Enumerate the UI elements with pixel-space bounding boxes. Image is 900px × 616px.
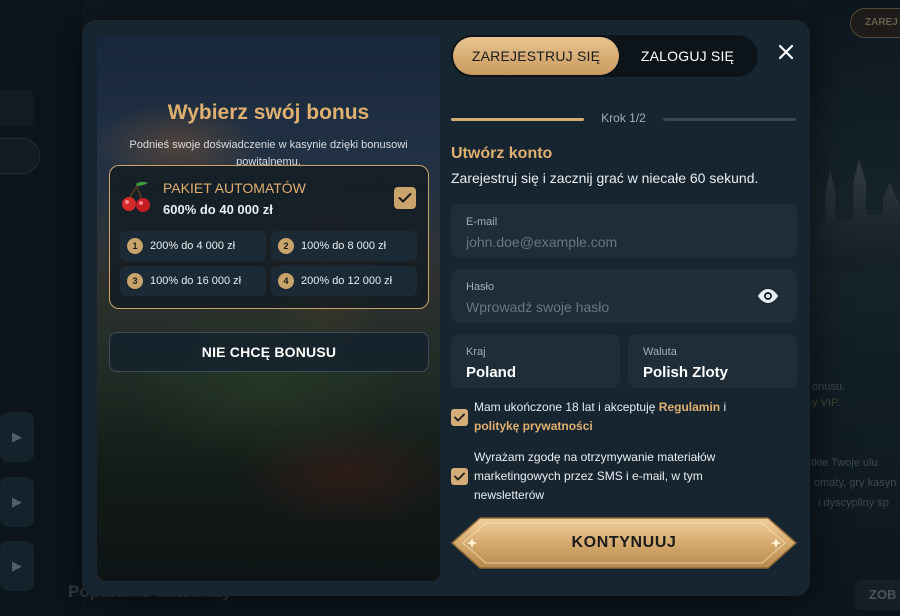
package-name: PAKIET AUTOMATÓW [163, 180, 306, 196]
country-label: Kraj [466, 346, 486, 358]
currency-select[interactable]: Waluta Polish Zloty [628, 334, 797, 388]
email-field[interactable]: E-mail [451, 204, 797, 258]
bonus-title: Wybierz swój bonus [167, 101, 370, 124]
registration-modal: Wybierz swój bonus Podnieś swoje doświad… [82, 20, 810, 596]
checkmark-icon [454, 413, 465, 422]
terms-consent-text: Mam ukończone 18 lat i akceptuję Regulam… [474, 398, 774, 436]
close-button[interactable] [774, 40, 798, 64]
bonus-package-card[interactable]: PAKIET AUTOMATÓW 600% do 40 000 zł 1 200… [109, 165, 429, 309]
terms-link[interactable]: Regulamin [659, 400, 720, 414]
package-selected-checkbox[interactable] [394, 187, 416, 209]
continue-button[interactable]: KONTYNUUJ [450, 516, 798, 570]
package-amount: 600% do 40 000 zł [163, 202, 273, 217]
terms-text-before: Mam ukończone 18 lat i akceptuję [474, 400, 659, 414]
country-select[interactable]: Kraj Poland [451, 334, 620, 388]
password-field[interactable]: Hasło [451, 269, 797, 323]
tab-login[interactable]: ZALOGUJ SIĘ [619, 37, 756, 75]
terms-text-mid: i [720, 400, 727, 414]
checkmark-icon [454, 472, 465, 481]
cherry-icon [122, 181, 150, 212]
tier-number-badge: 4 [278, 273, 294, 289]
marketing-consent-text: Wyrażam zgodę na otrzymywanie materiałów… [474, 450, 716, 502]
step-progress-remaining [663, 118, 796, 121]
tab-register[interactable]: ZAREJESTRUJ SIĘ [453, 37, 619, 75]
bonus-tier: 1 200% do 4 000 zł [120, 231, 266, 261]
auth-tabs: ZAREJESTRUJ SIĘ ZALOGUJ SIĘ [451, 35, 758, 77]
bonus-tier: 2 100% do 8 000 zł [271, 231, 417, 261]
email-input[interactable] [466, 232, 757, 252]
currency-label: Waluta [643, 346, 677, 358]
email-label: E-mail [466, 216, 498, 228]
tier-label: 100% do 8 000 zł [301, 240, 387, 252]
tier-label: 200% do 12 000 zł [301, 275, 393, 287]
terms-checkbox[interactable] [451, 409, 468, 426]
close-icon [778, 44, 794, 60]
bonus-panel: Wybierz swój bonus Podnieś swoje doświad… [97, 35, 440, 581]
tier-number-badge: 3 [127, 273, 143, 289]
bonus-tier: 4 200% do 12 000 zł [271, 266, 417, 296]
privacy-policy-link[interactable]: politykę prywatności [474, 419, 593, 433]
continue-label: KONTYNUUJ [571, 534, 677, 551]
checkmark-icon [398, 193, 412, 203]
password-label: Hasło [466, 281, 495, 293]
form-title: Utwórz konto [451, 145, 553, 162]
tier-label: 200% do 4 000 zł [150, 240, 236, 252]
form-subtitle: Zarejestruj się i zacznij grać w niecałe… [451, 170, 759, 186]
eye-icon[interactable] [757, 288, 779, 304]
currency-value: Polish Zloty [643, 364, 729, 381]
tier-number-badge: 1 [127, 238, 143, 254]
step-label: Krok 1/2 [601, 111, 646, 125]
no-bonus-button[interactable]: NIE CHCĘ BONUSU [109, 332, 429, 372]
tier-label: 100% do 16 000 zł [150, 275, 242, 287]
password-input[interactable] [466, 297, 757, 317]
step-progress-complete [451, 118, 584, 121]
tier-number-badge: 2 [278, 238, 294, 254]
marketing-checkbox[interactable] [451, 468, 468, 485]
bonus-tier: 3 100% do 16 000 zł [120, 266, 266, 296]
country-value: Poland [466, 364, 517, 381]
